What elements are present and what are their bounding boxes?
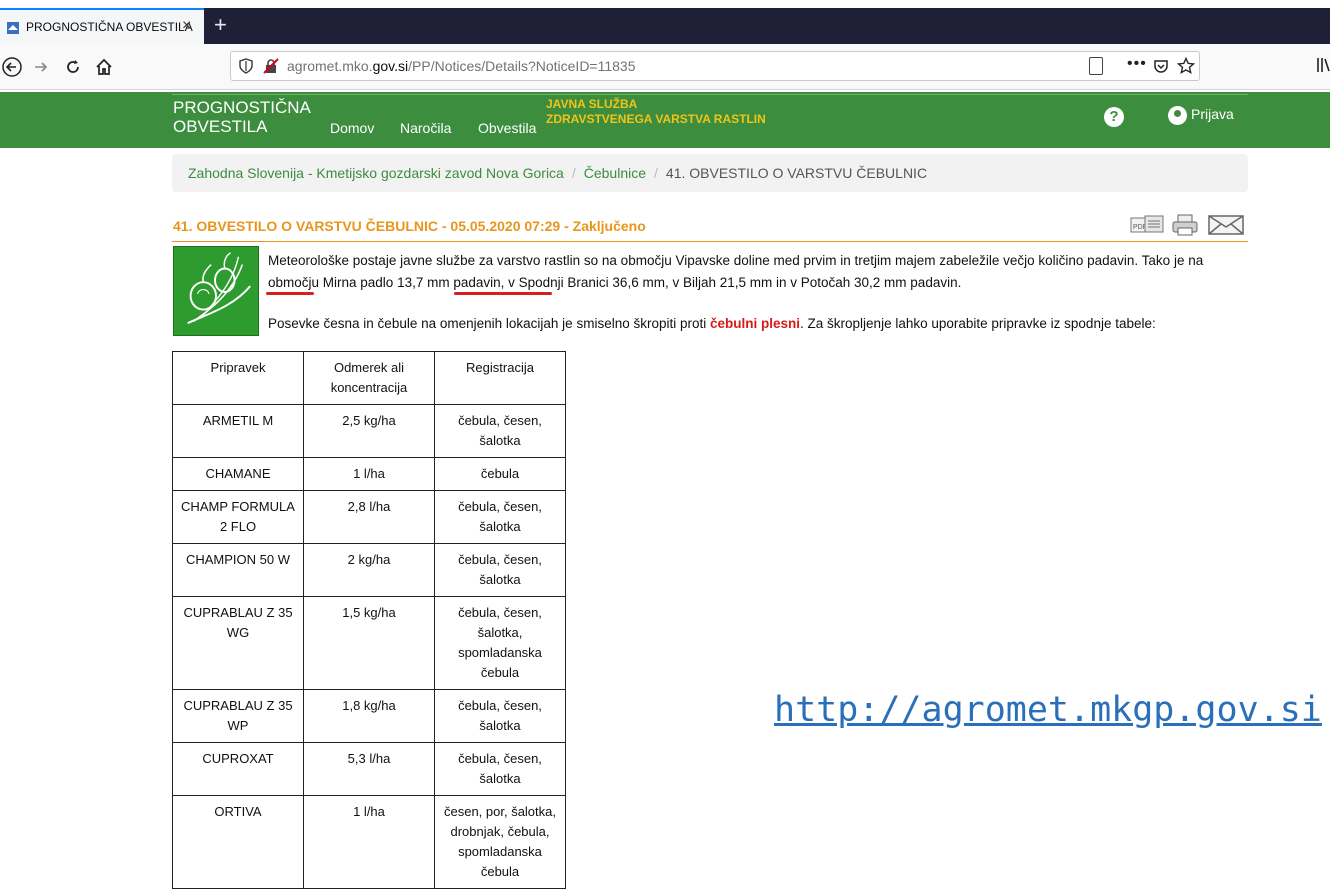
registration-cell: čebula, česen, šalotka bbox=[434, 490, 566, 544]
bookmark-star-icon[interactable] bbox=[1177, 57, 1195, 75]
insecure-lock-icon[interactable] bbox=[263, 58, 279, 74]
product-cell: CUPROXAT bbox=[172, 742, 304, 796]
product-table: Pripravek Odmerek ali koncentracija Regi… bbox=[172, 351, 566, 889]
product-cell: CHAMP FORMULA 2 FLO bbox=[172, 490, 304, 544]
new-tab-button[interactable]: + bbox=[214, 12, 227, 38]
help-icon[interactable]: ? bbox=[1104, 107, 1124, 127]
reload-icon[interactable] bbox=[64, 58, 82, 76]
header-top-line bbox=[172, 94, 1248, 95]
nav-subscriptions[interactable]: Naročila bbox=[400, 120, 451, 136]
site-brand[interactable]: PROGNOSTIČNA OBVESTILA bbox=[173, 98, 311, 136]
table-row: CHAMP FORMULA 2 FLO 2,8 l/ha čebula, čes… bbox=[172, 490, 566, 544]
registration-cell: čebula, česen, šalotka bbox=[434, 404, 566, 458]
paragraph-2-text-b: . Za škropljenje lahko uporabite priprav… bbox=[800, 316, 1156, 331]
forward-icon[interactable] bbox=[33, 59, 49, 75]
product-cell: CUPRABLAU Z 35 WP bbox=[172, 689, 304, 743]
table-row: CUPRABLAU Z 35 WG 1,5 kg/ha čebula, čese… bbox=[172, 596, 566, 690]
dose-cell: 1,5 kg/ha bbox=[303, 596, 435, 690]
product-cell: CHAMANE bbox=[172, 457, 304, 491]
table-row: ARMETIL M 2,5 kg/ha čebula, česen, šalot… bbox=[172, 404, 566, 458]
product-cell: CUPRABLAU Z 35 WG bbox=[172, 596, 304, 690]
service-title: JAVNA SLUŽBA ZDRAVSTVENEGA VARSTVA RASTL… bbox=[546, 97, 766, 127]
dose-cell: 2,5 kg/ha bbox=[303, 404, 435, 458]
dose-cell: 1,8 kg/ha bbox=[303, 689, 435, 743]
email-icon[interactable] bbox=[1208, 214, 1244, 236]
service-line-1: JAVNA SLUŽBA bbox=[546, 97, 638, 111]
tab-title: PROGNOSTIČNA OBVESTILA bbox=[26, 20, 193, 34]
back-icon[interactable] bbox=[2, 57, 22, 77]
login-label: Prijava bbox=[1191, 106, 1234, 123]
registration-cell: čebula, česen, šalotka bbox=[434, 543, 566, 597]
onion-garlic-illustration bbox=[173, 246, 259, 336]
table-row: CUPRABLAU Z 35 WP 1,8 kg/ha čebula, čese… bbox=[172, 689, 566, 743]
navigation-toolbar: agromet.mko.gov.si/PP/Notices/Details?No… bbox=[0, 44, 1330, 90]
breadcrumb: Zahodna Slovenija - Kmetijsko gozdarski … bbox=[172, 154, 1248, 192]
library-icon[interactable] bbox=[1316, 56, 1330, 74]
site-header: PROGNOSTIČNA OBVESTILA Domov Naročila Ob… bbox=[0, 92, 1330, 148]
agromet-url-link[interactable]: http://agromet.mkgp.gov.si bbox=[774, 690, 1322, 730]
window-top-strip bbox=[0, 0, 1330, 8]
notice-paragraph-2: Posevke česna in čebule na omenjenih lok… bbox=[268, 313, 1248, 335]
print-icon[interactable] bbox=[1172, 214, 1198, 236]
registration-cell: čebula, česen, šalotka bbox=[434, 742, 566, 796]
tracking-shield-icon[interactable] bbox=[239, 58, 253, 74]
disease-highlight: čebulni plesni bbox=[710, 316, 801, 331]
service-line-2: ZDRAVSTVENEGA VARSTVA RASTLIN bbox=[546, 112, 766, 126]
nav-home[interactable]: Domov bbox=[330, 120, 374, 136]
user-icon bbox=[1168, 106, 1187, 125]
page-actions-menu-icon[interactable]: ••• bbox=[1127, 55, 1147, 73]
notice-paragraph-1: Meteorološke postaje javne službe za var… bbox=[268, 253, 1204, 290]
red-underline-spodnji-branici bbox=[454, 292, 552, 295]
registration-cell: čebula, česen, šalotka bbox=[434, 689, 566, 743]
table-row: CHAMANE 1 l/ha čebula bbox=[172, 457, 566, 491]
dose-cell: 1 l/ha bbox=[303, 457, 435, 491]
registration-cell: česen, por, šalotka, drobnjak, čebula, s… bbox=[434, 795, 566, 889]
url-text[interactable]: agromet.mko.gov.si/PP/Notices/Details?No… bbox=[287, 58, 636, 74]
tab-close-icon[interactable]: × bbox=[182, 17, 191, 35]
breadcrumb-separator: / bbox=[571, 165, 576, 181]
registration-cell: čebula bbox=[434, 457, 566, 491]
dose-cell: 2,8 l/ha bbox=[303, 490, 435, 544]
browser-tab[interactable]: PROGNOSTIČNA OBVESTILA × bbox=[0, 8, 204, 44]
table-row: ORTIVA 1 l/ha česen, por, šalotka, drobn… bbox=[172, 795, 566, 889]
breadcrumb-separator: / bbox=[654, 165, 658, 181]
notice-title: 41. OBVESTILO O VARSTVU ČEBULNIC - 05.05… bbox=[173, 218, 646, 234]
site-favicon-icon bbox=[7, 22, 19, 34]
reader-view-icon[interactable] bbox=[1089, 57, 1103, 75]
pdf-icon[interactable]: PDF bbox=[1130, 214, 1164, 234]
breadcrumb-category-link[interactable]: Čebulnice bbox=[584, 165, 646, 181]
tab-bar: PROGNOSTIČNA OBVESTILA × + bbox=[0, 8, 1330, 44]
product-cell: CHAMPION 50 W bbox=[172, 543, 304, 597]
login-button[interactable]: Prijava bbox=[1168, 106, 1234, 125]
brand-line-2: OBVESTILA bbox=[173, 117, 268, 136]
product-cell: ARMETIL M bbox=[172, 404, 304, 458]
nav-notices[interactable]: Obvestila bbox=[478, 120, 536, 136]
dose-cell: 1 l/ha bbox=[303, 795, 435, 889]
table-row: CUPROXAT 5,3 l/ha čebula, česen, šalotka bbox=[172, 742, 566, 796]
column-header-product: Pripravek bbox=[172, 351, 304, 405]
home-icon[interactable] bbox=[94, 57, 114, 77]
notice-title-rule bbox=[172, 241, 1248, 242]
product-cell: ORTIVA bbox=[172, 795, 304, 889]
paragraph-2-text-a: Posevke česna in čebule na omenjenih lok… bbox=[268, 316, 710, 331]
brand-line-1: PROGNOSTIČNA bbox=[173, 98, 311, 117]
registration-cell: čebula, česen, šalotka, spomladanska čeb… bbox=[434, 596, 566, 690]
column-header-dose: Odmerek ali koncentracija bbox=[303, 351, 435, 405]
breadcrumb-current: 41. OBVESTILO O VARSTVU ČEBULNIC bbox=[665, 165, 928, 181]
column-header-registration: Registracija bbox=[434, 351, 566, 405]
pocket-icon[interactable] bbox=[1153, 58, 1169, 74]
red-underline-mirna bbox=[266, 292, 314, 295]
table-row: CHAMPION 50 W 2 kg/ha čebula, česen, šal… bbox=[172, 543, 566, 597]
breadcrumb-region-link[interactable]: Zahodna Slovenija - Kmetijsko gozdarski … bbox=[188, 165, 564, 181]
address-bar[interactable]: agromet.mko.gov.si/PP/Notices/Details?No… bbox=[230, 51, 1200, 81]
dose-cell: 2 kg/ha bbox=[303, 543, 435, 597]
dose-cell: 5,3 l/ha bbox=[303, 742, 435, 796]
table-header-row: Pripravek Odmerek ali koncentracija Regi… bbox=[172, 351, 566, 405]
